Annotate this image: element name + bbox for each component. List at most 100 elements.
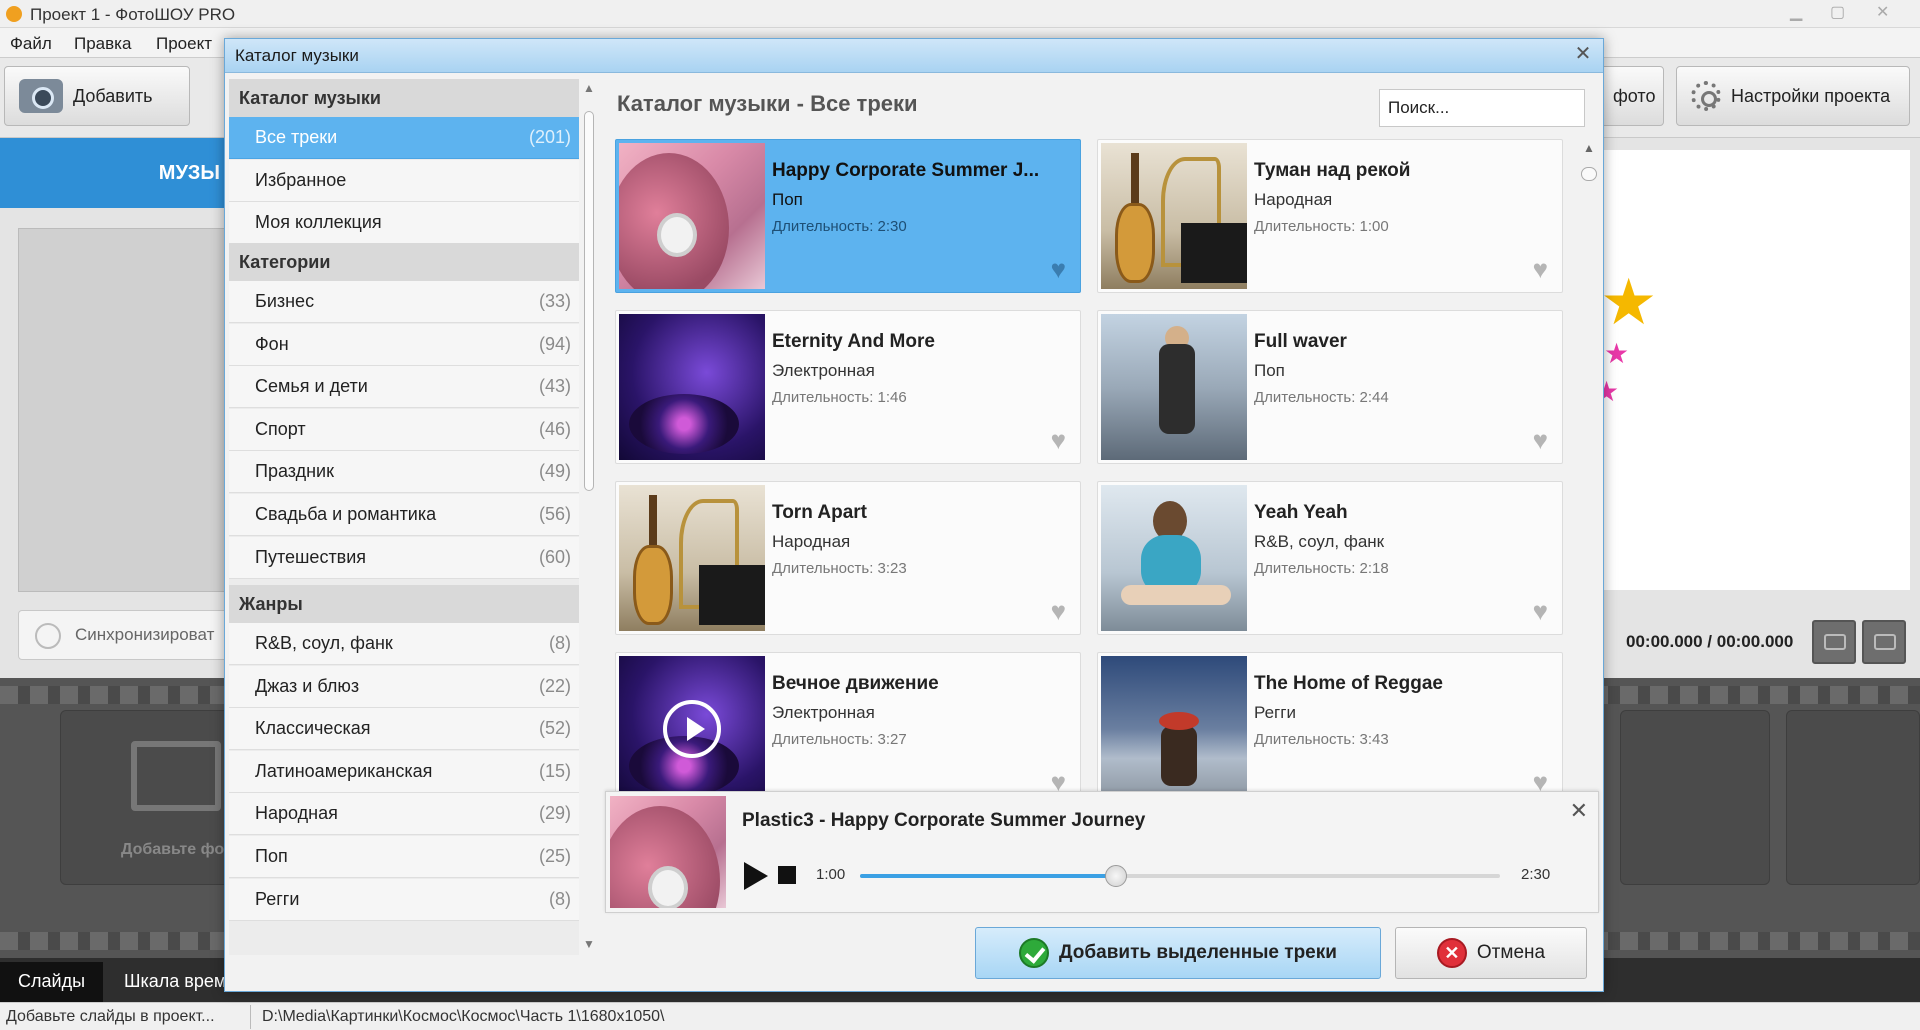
sidebar-genre-item-count: (52)	[538, 718, 571, 739]
sidebar-category-item[interactable]: Бизнес (33)	[229, 281, 579, 323]
menu-file[interactable]: Файл	[10, 34, 52, 54]
track-card[interactable]: Yeah Yeah R&B, соул, фанк Длительность: 2:…	[1097, 481, 1563, 635]
track-genre: Регги	[1254, 703, 1296, 722]
slide-slot[interactable]	[1786, 710, 1920, 885]
scrollbar-thumb[interactable]	[584, 111, 594, 491]
track-duration: Длительность: 2:18	[1254, 560, 1389, 577]
seek-handle[interactable]	[1105, 865, 1127, 887]
track-thumbnail	[1101, 656, 1247, 802]
scroll-up-icon[interactable]: ▲	[1583, 141, 1595, 155]
cancel-label: Отмена	[1476, 942, 1546, 963]
search-input[interactable]	[1379, 89, 1585, 127]
sidebar-scrollbar[interactable]: ▲ ▼	[579, 79, 599, 955]
sidebar-category-item-count: (60)	[538, 546, 571, 567]
sidebar-category-item-label: Фон	[255, 333, 289, 354]
scroll-up-icon[interactable]: ▲	[583, 81, 595, 95]
menu-edit[interactable]: Правка	[74, 34, 131, 54]
dialog-titlebar: Каталог музыки ✕	[225, 39, 1603, 73]
tab-slides[interactable]: Слайды	[0, 962, 104, 1002]
favorite-heart-icon[interactable]: ♥	[1533, 598, 1548, 624]
menu-project[interactable]: Проект	[156, 34, 212, 54]
camera-icon	[19, 79, 63, 113]
sidebar-genre-item[interactable]: Народная (29)	[229, 793, 579, 836]
track-card[interactable]: Вечное движение Электронная Длительность: …	[615, 652, 1081, 806]
sidebar-genre-item[interactable]: Классическая (52)	[229, 708, 579, 751]
sidebar-category-item[interactable]: Путешествия (60)	[229, 536, 579, 579]
minimize-icon[interactable]: ▁	[1790, 2, 1802, 22]
scroll-down-icon[interactable]: ▼	[583, 937, 595, 951]
sidebar-catalog-item-label: Все треки	[255, 127, 338, 147]
sidebar-genre-item-label: Поп	[255, 846, 288, 866]
player-close-icon[interactable]: ✕	[1570, 798, 1588, 824]
track-title: Yeah Yeah	[1254, 502, 1348, 523]
cancel-button[interactable]: ✕ Отмена	[1395, 927, 1587, 979]
favorite-heart-icon[interactable]: ♥	[1051, 598, 1066, 624]
track-card[interactable]: Happy Corporate Summer J... Поп Длительнос…	[615, 139, 1081, 293]
fullscreen-button[interactable]	[1862, 620, 1906, 664]
catalog-sidebar: Каталог музыки Все треки (201) Избранное Мо…	[229, 79, 579, 955]
track-title: Full waver	[1254, 331, 1347, 352]
favorite-heart-icon[interactable]: ♥	[1533, 427, 1548, 453]
sidebar-genre-item-label: Регги	[255, 888, 300, 909]
sync-button[interactable]: Синхронизироват	[18, 610, 248, 660]
track-genre: Поп	[772, 190, 803, 209]
maximize-icon[interactable]: ▢	[1830, 2, 1845, 22]
track-thumbnail	[1101, 485, 1247, 631]
play-icon[interactable]	[744, 862, 768, 890]
favorite-heart-icon[interactable]: ♥	[1051, 256, 1066, 282]
sidebar-category-item-count: (94)	[538, 333, 571, 354]
current-time: 1:00	[816, 866, 846, 883]
sidebar-category-item-label: Спорт	[255, 418, 306, 439]
sidebar-genre-item-count: (8)	[549, 633, 571, 653]
track-grid: Happy Corporate Summer J... Поп Длительнос…	[615, 139, 1595, 829]
headphones-icon	[657, 213, 697, 257]
scrollbar-thumb[interactable]	[1581, 167, 1597, 181]
favorite-heart-icon[interactable]: ♥	[1533, 256, 1548, 282]
add-button[interactable]: Добавить	[4, 66, 190, 126]
window-close-icon[interactable]: ✕	[1876, 2, 1889, 22]
sidebar-category-item-label: Бизнес	[255, 291, 315, 311]
sidebar-genre-item-label: R&B, соул, фанк	[255, 633, 393, 653]
sidebar-genre-item-count: (22)	[538, 675, 571, 696]
seek-slider[interactable]	[860, 865, 1500, 887]
sidebar-header-catalog: Каталог музыки	[229, 79, 579, 117]
add-selected-tracks-button[interactable]: Добавить выделенные треки	[975, 927, 1381, 979]
add-slide-slot[interactable]: Добавьте фо	[60, 710, 230, 885]
sidebar-catalog-item[interactable]: Моя коллекция	[229, 202, 579, 245]
sidebar-catalog-item[interactable]: Все треки (201)	[229, 117, 579, 159]
sidebar-genre-item[interactable]: Регги (8)	[229, 878, 579, 921]
photo-button[interactable]: фото	[1598, 66, 1664, 126]
fullscreen-icon	[1874, 634, 1896, 650]
player-track-title: Plastic3 - Happy Corporate Summer Journe…	[742, 810, 1146, 831]
dialog-close-icon[interactable]: ✕	[1571, 44, 1595, 66]
track-card[interactable]: Eternity And More Электронная Длительность…	[615, 310, 1081, 464]
sidebar-genre-item[interactable]: Поп (25)	[229, 836, 579, 878]
track-card[interactable]: Туман над рекой Народная Длительность: 1:0…	[1097, 139, 1563, 293]
turntable-icon	[629, 394, 739, 454]
sidebar-category-item[interactable]: Праздник (49)	[229, 451, 579, 494]
track-card[interactable]: Torn Apart Народная Длительность: 3:23 ♥	[615, 481, 1081, 635]
track-thumbnail	[619, 314, 765, 460]
sidebar-genre-item[interactable]: R&B, соул, фанк (8)	[229, 623, 579, 665]
sidebar-category-item[interactable]: Спорт (46)	[229, 408, 579, 451]
music-tab[interactable]: МУЗЫ	[0, 138, 226, 208]
track-card[interactable]: Full waver Поп Длительность: 2:44 ♥	[1097, 310, 1563, 464]
track-duration: Длительность: 1:00	[1254, 218, 1389, 235]
stop-icon[interactable]	[778, 866, 796, 884]
guitar-icon	[1115, 203, 1155, 283]
snapshot-button[interactable]	[1812, 620, 1856, 664]
project-settings-button[interactable]: Настройки проекта	[1676, 66, 1910, 126]
sidebar-genre-item[interactable]: Джаз и блюз (22)	[229, 665, 579, 708]
play-overlay-icon[interactable]	[663, 700, 721, 758]
track-card[interactable]: The Home of Reggae Регги Длительность: 3:4…	[1097, 652, 1563, 806]
sidebar-genre-item[interactable]: Латиноамериканская (15)	[229, 750, 579, 793]
sidebar-catalog-item[interactable]: Избранное	[229, 159, 579, 202]
sidebar-category-item-label: Путешествия	[255, 546, 367, 567]
track-genre: R&B, соул, фанк	[1254, 532, 1385, 551]
favorite-heart-icon[interactable]: ♥	[1051, 427, 1066, 453]
sidebar-category-item[interactable]: Свадьба и романтика (56)	[229, 494, 579, 536]
tracks-scrollbar[interactable]: ▲ ▼	[1579, 139, 1599, 815]
sidebar-category-item[interactable]: Фон (94)	[229, 323, 579, 366]
slide-slot[interactable]	[1620, 710, 1770, 885]
sidebar-category-item[interactable]: Семья и дети (43)	[229, 366, 579, 409]
